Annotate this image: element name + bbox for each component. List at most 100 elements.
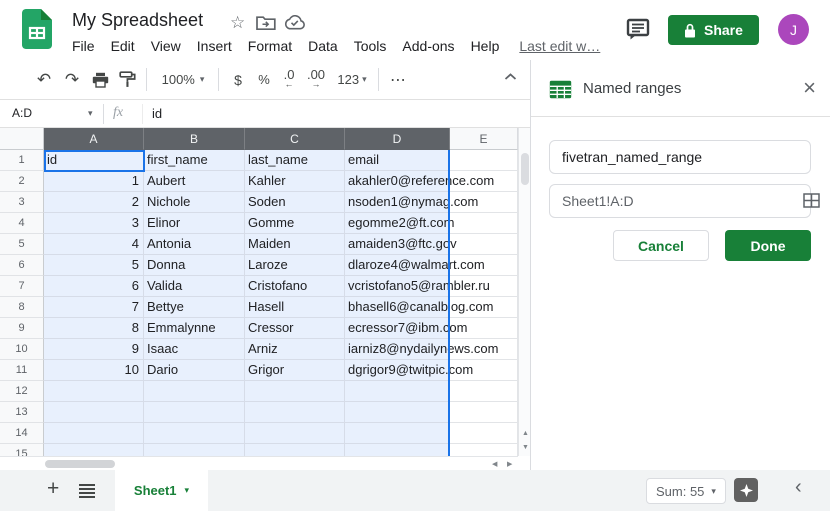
scroll-left-icon[interactable]: ◀: [492, 461, 497, 468]
menu-insert[interactable]: Insert: [197, 38, 232, 54]
name-box[interactable]: A:D: [12, 106, 32, 120]
cell-E1[interactable]: [450, 150, 518, 171]
menu-edit[interactable]: Edit: [111, 38, 135, 54]
horizontal-scrollbar[interactable]: ◀ ▶: [0, 456, 518, 470]
cell-E5[interactable]: [450, 234, 518, 255]
cell-A15[interactable]: [44, 444, 144, 456]
document-title[interactable]: My Spreadsheet: [72, 10, 203, 31]
column-header-C[interactable]: C: [245, 128, 345, 150]
format-currency-button[interactable]: $: [226, 60, 250, 99]
row-header-10[interactable]: 10: [0, 339, 44, 360]
column-header-A[interactable]: A: [44, 128, 144, 150]
zoom-select[interactable]: 100% ▾: [156, 60, 210, 99]
row-header-7[interactable]: 7: [0, 276, 44, 297]
redo-button[interactable]: ↷: [60, 60, 84, 99]
avatar[interactable]: J: [778, 14, 809, 45]
number-format-button[interactable]: 123 ▾: [332, 60, 372, 99]
star-icon[interactable]: ☆: [230, 13, 245, 33]
print-button[interactable]: [88, 60, 112, 99]
cell-B9[interactable]: Emmalynne: [144, 318, 245, 339]
format-percent-button[interactable]: %: [252, 60, 276, 99]
menu-tools[interactable]: Tools: [354, 38, 387, 54]
cell-D3[interactable]: nsoden1@nymag.com: [345, 192, 450, 213]
comment-history-icon[interactable]: [626, 18, 651, 41]
explore-button[interactable]: [734, 478, 758, 502]
row-header-1[interactable]: 1: [0, 150, 44, 171]
menu-format[interactable]: Format: [248, 38, 292, 54]
row-header-8[interactable]: 8: [0, 297, 44, 318]
scroll-up-icon[interactable]: ▲: [522, 430, 529, 437]
row-header-11[interactable]: 11: [0, 360, 44, 381]
cell-D1[interactable]: email: [345, 150, 450, 171]
last-edit-link[interactable]: Last edit w…: [519, 38, 600, 54]
cell-D4[interactable]: egomme2@ft.com: [345, 213, 450, 234]
cell-B7[interactable]: Valida: [144, 276, 245, 297]
cell-B11[interactable]: Dario: [144, 360, 245, 381]
cell-D2[interactable]: akahler0@reference.com: [345, 171, 450, 192]
range-reference-input[interactable]: [549, 184, 811, 218]
select-data-range-icon[interactable]: [803, 193, 820, 208]
column-header-E[interactable]: E: [450, 128, 518, 150]
cell-B13[interactable]: [144, 402, 245, 423]
all-sheets-icon[interactable]: [79, 484, 95, 498]
row-header-15[interactable]: 15: [0, 444, 44, 456]
row-header-6[interactable]: 6: [0, 255, 44, 276]
row-header-4[interactable]: 4: [0, 213, 44, 234]
cell-C12[interactable]: [245, 381, 345, 402]
collapse-toolbar-button[interactable]: [504, 73, 517, 80]
cell-C11[interactable]: Grigor: [245, 360, 345, 381]
cell-C13[interactable]: [245, 402, 345, 423]
cell-B4[interactable]: Elinor: [144, 213, 245, 234]
cell-B14[interactable]: [144, 423, 245, 444]
cell-E14[interactable]: [450, 423, 518, 444]
cell-C15[interactable]: [245, 444, 345, 456]
done-button[interactable]: Done: [725, 230, 811, 261]
cell-D12[interactable]: [345, 381, 450, 402]
cell-A11[interactable]: 10: [44, 360, 144, 381]
cell-A2[interactable]: 1: [44, 171, 144, 192]
cell-A1[interactable]: id: [44, 150, 144, 171]
increase-decimal-button[interactable]: .00 →: [302, 60, 330, 99]
sheets-logo-icon[interactable]: [22, 9, 52, 49]
cell-A8[interactable]: 7: [44, 297, 144, 318]
paint-format-button[interactable]: [114, 60, 140, 99]
sum-dropdown[interactable]: Sum: 55 ▾: [646, 478, 726, 504]
row-header-13[interactable]: 13: [0, 402, 44, 423]
cell-D11[interactable]: dgrigor9@twitpic.com: [345, 360, 450, 381]
cell-B2[interactable]: Aubert: [144, 171, 245, 192]
scroll-right-icon[interactable]: ▶: [507, 461, 512, 468]
cell-B15[interactable]: [144, 444, 245, 456]
decrease-decimal-button[interactable]: .0 ←: [276, 60, 302, 99]
menu-help[interactable]: Help: [471, 38, 500, 54]
row-header-3[interactable]: 3: [0, 192, 44, 213]
caret-down-icon[interactable]: ▾: [88, 109, 93, 118]
cell-B1[interactable]: first_name: [144, 150, 245, 171]
cell-D6[interactable]: dlaroze4@walmart.com: [345, 255, 450, 276]
cell-A13[interactable]: [44, 402, 144, 423]
select-all-corner[interactable]: [0, 128, 44, 150]
share-button[interactable]: Share: [668, 15, 759, 45]
cell-B3[interactable]: Nichole: [144, 192, 245, 213]
sheet-tab[interactable]: Sheet1 ▾: [115, 470, 208, 511]
cell-A10[interactable]: 9: [44, 339, 144, 360]
formula-input[interactable]: id: [152, 106, 162, 121]
cell-C7[interactable]: Cristofano: [245, 276, 345, 297]
add-sheet-button[interactable]: +: [47, 477, 59, 501]
column-header-D[interactable]: D: [345, 128, 450, 150]
cell-C9[interactable]: Cressor: [245, 318, 345, 339]
collapse-panel-chevron[interactable]: ‹: [795, 476, 802, 499]
cell-A6[interactable]: 5: [44, 255, 144, 276]
cell-B8[interactable]: Bettye: [144, 297, 245, 318]
cell-E4[interactable]: [450, 213, 518, 234]
column-header-B[interactable]: B: [144, 128, 245, 150]
scroll-down-icon[interactable]: ▼: [522, 444, 529, 451]
undo-button[interactable]: ↶: [32, 60, 56, 99]
cell-C4[interactable]: Gomme: [245, 213, 345, 234]
cell-B10[interactable]: Isaac: [144, 339, 245, 360]
cell-C6[interactable]: Laroze: [245, 255, 345, 276]
move-folder-icon[interactable]: [256, 15, 276, 31]
cell-C14[interactable]: [245, 423, 345, 444]
cancel-button[interactable]: Cancel: [613, 230, 709, 261]
cell-D15[interactable]: [345, 444, 450, 456]
menu-data[interactable]: Data: [308, 38, 338, 54]
